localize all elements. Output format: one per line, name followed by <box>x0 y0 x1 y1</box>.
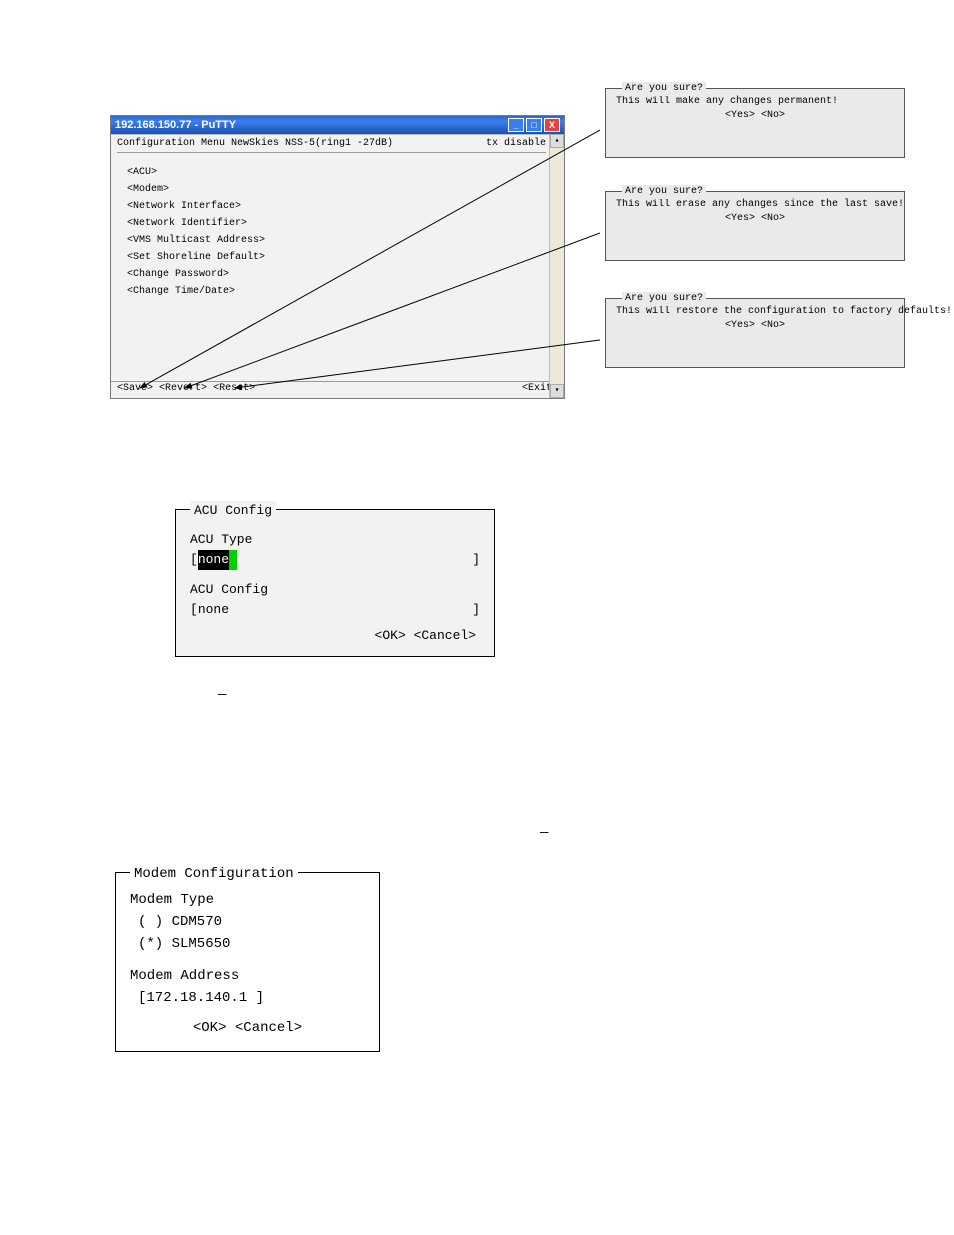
modem-opt-slm5650[interactable]: (*) SLM5650 <box>130 933 365 955</box>
acu-config-field[interactable]: [none ] <box>190 600 480 620</box>
acu-type-value: none <box>198 550 229 570</box>
modem-type-label: Modem Type <box>130 889 365 911</box>
menu-change-password[interactable]: <Change Password> <box>127 268 546 282</box>
save-button[interactable]: <Save> <box>117 383 153 394</box>
menu-network-identifier[interactable]: <Network Identifier> <box>127 217 546 231</box>
dialog-title: Are you sure? <box>622 82 706 96</box>
dialog-reset-confirm: Are you sure? This will restore the conf… <box>605 298 905 368</box>
minimize-button[interactable]: _ <box>508 118 524 132</box>
cancel-button[interactable]: <Cancel> <box>414 628 476 643</box>
ok-button[interactable]: <OK> <box>375 628 406 643</box>
modem-addr-label: Modem Address <box>130 965 365 987</box>
config-header-right: tx disable <box>486 137 546 151</box>
close-button[interactable]: X <box>544 118 560 132</box>
modem-opt-cdm570[interactable]: ( ) CDM570 <box>130 911 365 933</box>
dialog-msg: This will make any changes permanent! <box>616 95 894 109</box>
dialog-title: Are you sure? <box>622 185 706 199</box>
menu-change-time-date[interactable]: <Change Time/Date> <box>127 285 546 299</box>
scrollbar[interactable]: ▴ ▾ <box>549 134 564 398</box>
acu-type-field[interactable]: [none ] <box>190 550 480 570</box>
titlebar: 192.168.150.77 - PuTTY _ □ X <box>111 116 564 134</box>
menu-acu[interactable]: <ACU> <box>127 166 546 180</box>
scroll-up-icon[interactable]: ▴ <box>550 134 564 148</box>
dialog-msg: This will restore the configuration to f… <box>616 305 894 319</box>
acu-config-value: none <box>198 600 229 620</box>
terminal-body: Configuration Menu NewSkies NSS-5(ring1 … <box>111 134 564 398</box>
dialog-msg: This will erase any changes since the la… <box>616 198 894 212</box>
modem-addr-value[interactable]: [172.18.140.1 ] <box>130 987 365 1009</box>
config-header-left: Configuration Menu NewSkies NSS-5(ring1 … <box>117 137 393 151</box>
dash-mark: — <box>540 825 548 841</box>
dialog-title: Are you sure? <box>622 292 706 306</box>
reset-button[interactable]: <Reset> <box>213 383 255 394</box>
maximize-button[interactable]: □ <box>526 118 542 132</box>
cancel-button[interactable]: <Cancel> <box>235 1020 302 1036</box>
dash-mark: — <box>218 687 226 703</box>
dialog-yesno[interactable]: <Yes> <No> <box>616 319 894 333</box>
dialog-yesno[interactable]: <Yes> <No> <box>616 212 894 226</box>
menu-modem[interactable]: <Modem> <box>127 183 546 197</box>
acu-config-label: ACU Config <box>190 580 480 600</box>
putty-window: 192.168.150.77 - PuTTY _ □ X Configurati… <box>110 115 565 399</box>
scroll-down-icon[interactable]: ▾ <box>550 384 564 398</box>
modem-config-box: Modem Configuration Modem Type ( ) CDM57… <box>115 872 380 1052</box>
ok-button[interactable]: <OK> <box>193 1020 227 1036</box>
dialog-save-confirm: Are you sure? This will make any changes… <box>605 88 905 158</box>
modem-title: Modem Configuration <box>130 863 298 885</box>
acu-type-label: ACU Type <box>190 530 480 550</box>
dialog-yesno[interactable]: <Yes> <No> <box>616 109 894 123</box>
dialog-revert-confirm: Are you sure? This will erase any change… <box>605 191 905 261</box>
menu-vms-multicast[interactable]: <VMS Multicast Address> <box>127 234 546 248</box>
menu-set-shoreline[interactable]: <Set Shoreline Default> <box>127 251 546 265</box>
revert-button[interactable]: <Revert> <box>159 383 207 394</box>
acu-config-box: ACU Config ACU Type [none ] ACU Config [… <box>175 509 495 657</box>
window-title: 192.168.150.77 - PuTTY <box>115 119 506 131</box>
menu-network-interface[interactable]: <Network Interface> <box>127 200 546 214</box>
acu-title: ACU Config <box>190 501 276 521</box>
